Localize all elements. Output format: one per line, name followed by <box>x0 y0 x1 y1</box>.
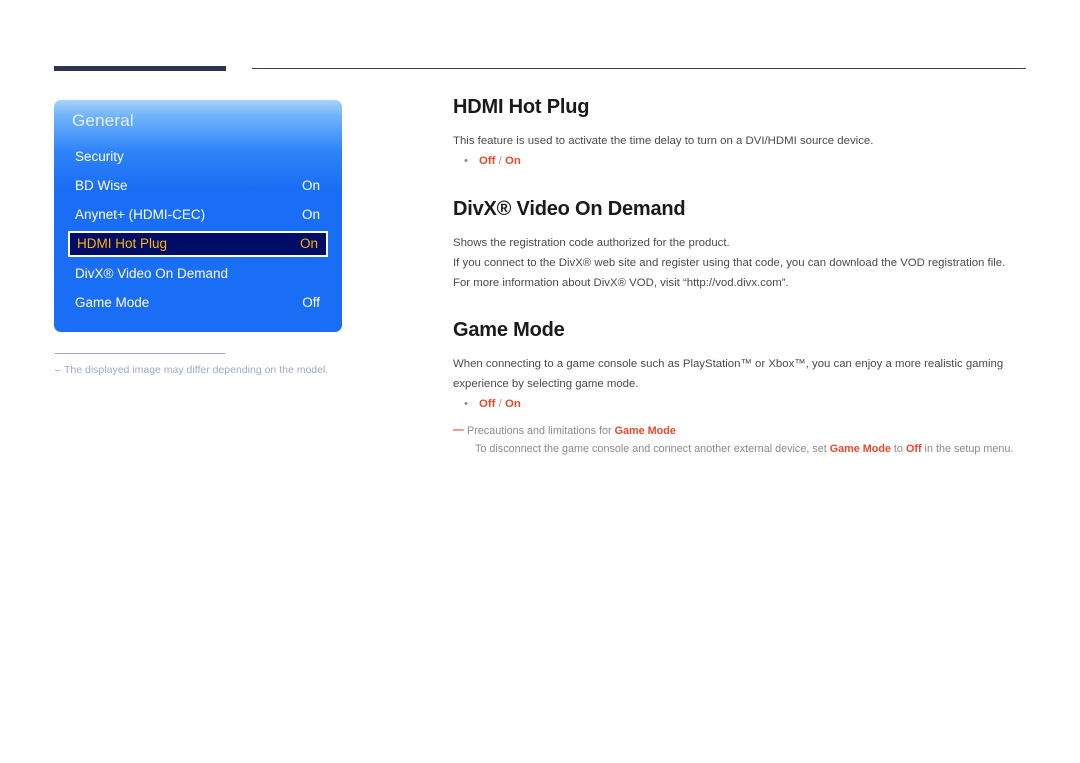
hdmi-hot-plug-description: This feature is used to activate the tim… <box>453 135 874 147</box>
figure-note-rule <box>55 353 225 354</box>
osd-row-label: BD Wise <box>75 178 128 193</box>
osd-row-value: On <box>299 236 318 251</box>
game-mode-description: When connecting to a game console such a… <box>453 357 1004 390</box>
precautions-body-term-2: Off <box>905 442 922 455</box>
bullet-dot-icon: • <box>464 397 468 410</box>
header-rule-thick <box>54 66 226 71</box>
option-on: On <box>504 397 521 410</box>
osd-row-hdmi-hot-plug[interactable]: HDMI Hot Plug On <box>68 231 328 257</box>
page-title-hdmi-hot-plug: HDMI Hot Plug <box>453 96 590 118</box>
osd-row-security[interactable]: Security <box>68 145 328 169</box>
hdmi-hot-plug-options: • Off / On <box>453 152 1026 172</box>
precautions-heading: — Precautions and limitations for Game Mo… <box>453 423 1026 440</box>
osd-row-value: On <box>301 178 320 193</box>
osd-row-label: Security <box>75 149 124 164</box>
game-mode-options: • Off / On <box>453 395 1026 415</box>
osd-row-value: On <box>301 207 320 222</box>
page-title-game-mode: Game Mode <box>453 318 565 341</box>
precautions-body-part-1: To disconnect the game console and conne… <box>475 442 830 455</box>
osd-row-value: Off <box>302 295 320 310</box>
precautions-body-part-2: to <box>890 442 906 455</box>
divx-vod-description-3: For more information about DivX® VOD, vi… <box>453 276 789 289</box>
precautions-heading-term: Game Mode <box>614 424 676 437</box>
game-mode-precautions: — Precautions and limitations for Game Mo… <box>453 423 1026 459</box>
osd-row-game-mode[interactable]: Game Mode Off <box>68 291 328 315</box>
option-off: Off <box>479 154 496 167</box>
osd-row-divx-vod[interactable]: DivX® Video On Demand <box>68 262 328 286</box>
page-title-divx-vod: DivX® Video On Demand <box>453 197 686 220</box>
osd-row-label: Game Mode <box>75 295 150 310</box>
divx-vod-description-2: If you connect to the DivX® web site and… <box>453 256 1006 269</box>
figure-note: – The displayed image may differ dependin… <box>55 364 385 376</box>
precautions-dash-icon: — <box>453 423 464 436</box>
figure-note-text: The displayed image may differ depending… <box>64 364 329 376</box>
osd-menu-title: General <box>72 111 134 130</box>
osd-row-label: HDMI Hot Plug <box>77 236 168 251</box>
divx-vod-description-1: Shows the registration code authorized f… <box>453 236 730 249</box>
osd-row-anynet[interactable]: Anynet+ (HDMI-CEC) On <box>68 203 328 227</box>
header-rule-thin <box>252 68 1026 69</box>
precautions-body: To disconnect the game console and conne… <box>453 440 1026 458</box>
option-on: On <box>504 154 521 167</box>
figure-note-dash: – <box>55 364 61 376</box>
osd-row-bd-wise[interactable]: BD Wise On <box>68 174 328 198</box>
osd-menu-panel: General Security BD Wise On Anynet+ (HDM… <box>54 100 342 332</box>
osd-row-label: DivX® Video On Demand <box>75 266 229 281</box>
option-off: Off <box>479 397 496 410</box>
bullet-dot-icon: • <box>464 154 468 167</box>
precautions-body-term-1: Game Mode <box>829 442 891 455</box>
option-separator: / <box>495 397 505 410</box>
option-separator: / <box>495 154 505 167</box>
precautions-body-part-3: in the setup menu. <box>921 442 1014 455</box>
osd-row-label: Anynet+ (HDMI-CEC) <box>75 207 206 222</box>
content-column: HDMI Hot Plug This feature is used to ac… <box>453 96 1026 458</box>
precautions-heading-prefix: Precautions and limitations for <box>467 424 615 437</box>
